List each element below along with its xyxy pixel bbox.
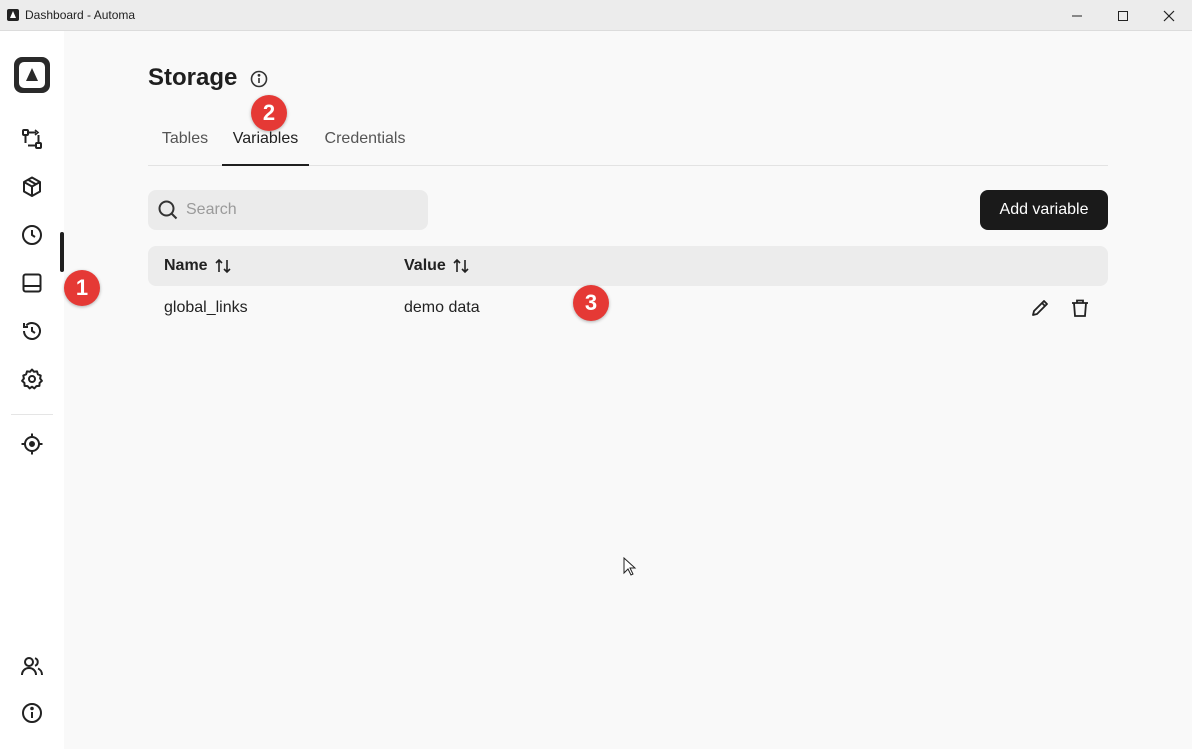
tab-credentials[interactable]: Credentials (314, 123, 416, 165)
tab-label: Tables (161, 130, 209, 147)
minimize-icon (1072, 15, 1082, 16)
table-row: global_links demo data (148, 288, 1108, 328)
crosshair-icon (21, 433, 43, 455)
sidebar-item-workflows[interactable] (20, 127, 44, 151)
column-header-value[interactable]: Value (404, 257, 470, 275)
sidebar-item-community[interactable] (20, 654, 44, 678)
close-button[interactable] (1146, 0, 1192, 31)
info-circle-icon (250, 70, 268, 88)
sidebar-active-indicator (60, 232, 64, 272)
sidebar-item-element-picker[interactable] (20, 432, 44, 456)
maximize-button[interactable] (1100, 0, 1146, 31)
window-titlebar: Dashboard - Automa (0, 0, 1192, 31)
storage-info-icon[interactable] (250, 70, 268, 88)
package-icon (23, 176, 41, 197)
tab-label: Variables (232, 130, 299, 147)
maximize-icon (1118, 10, 1128, 21)
users-icon (21, 657, 43, 676)
sidebar-item-about[interactable] (20, 701, 44, 725)
settings-icon (21, 368, 43, 390)
history-icon (23, 322, 41, 340)
tab-label: Credentials (324, 130, 406, 147)
clock-icon (22, 225, 42, 245)
edit-variable-button[interactable] (1030, 298, 1050, 318)
sidebar-item-logs[interactable] (20, 319, 44, 343)
search-icon (158, 200, 178, 220)
variable-value-cell: demo data (404, 299, 480, 316)
sidebar-item-schedule[interactable] (20, 223, 44, 247)
workflow-icon (22, 129, 42, 149)
minimize-button[interactable] (1054, 0, 1100, 31)
sidebar-item-packages[interactable] (20, 175, 44, 199)
search-box (148, 190, 428, 230)
sidebar-item-storage[interactable] (20, 271, 44, 295)
sidebar-divider (11, 414, 53, 415)
pencil-icon (1032, 300, 1048, 316)
sidebar-item-settings[interactable] (20, 367, 44, 391)
tab-tables[interactable]: Tables (148, 123, 222, 165)
page-title: Storage (148, 64, 238, 91)
sort-icon (453, 258, 469, 274)
trash-icon (1072, 299, 1088, 317)
table-header: Name Value (148, 246, 1108, 286)
window-title: Dashboard - Automa (25, 8, 136, 22)
close-icon (1163, 10, 1175, 21)
info-icon (22, 703, 42, 723)
sidebar (0, 31, 64, 749)
storage-tabs: Tables Variables Credentials (148, 123, 1108, 166)
storage-icon (22, 273, 42, 293)
delete-variable-button[interactable] (1070, 298, 1090, 318)
column-header-name[interactable]: Name (164, 257, 232, 275)
search-input[interactable] (186, 190, 416, 230)
annotation-marker-1: 1 (64, 270, 100, 306)
column-label: Name (164, 257, 208, 274)
annotation-marker-2: 2 (251, 95, 287, 131)
sort-icon (215, 258, 231, 274)
column-label: Value (404, 257, 446, 274)
automa-app-icon (7, 9, 19, 21)
annotation-marker-3: 3 (573, 285, 609, 321)
automa-logo[interactable] (14, 57, 50, 93)
add-variable-button[interactable]: Add variable (980, 190, 1108, 230)
mouse-cursor-icon (623, 557, 637, 576)
variable-name-cell: global_links (164, 299, 248, 316)
